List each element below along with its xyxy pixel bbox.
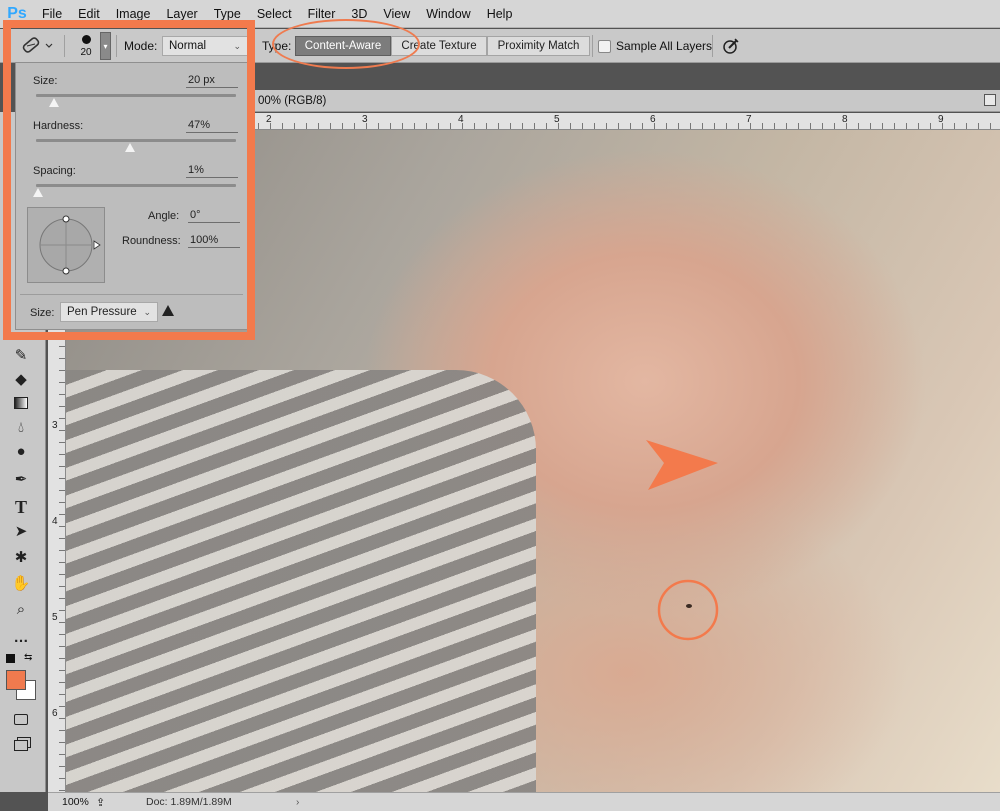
blur-tool-icon[interactable]: 💧︎ [10, 416, 32, 438]
ruler-top-label: 2 [266, 114, 272, 125]
path-selection-tool-icon[interactable]: ➤ [10, 520, 32, 542]
ruler-top-label: 9 [938, 114, 944, 125]
zoom-tool-icon[interactable]: ⌕ [10, 598, 32, 620]
swap-colors-icon[interactable]: ⇆ [24, 652, 32, 663]
ruler-top-label: 4 [458, 114, 464, 125]
status-menu-arrow-icon[interactable]: › [296, 797, 299, 808]
status-bar: 100% ⇪ Doc: 1.89M/1.89M › [48, 792, 1000, 811]
dodge-tool-icon[interactable]: ● [10, 440, 32, 462]
pressure-size-icon[interactable] [722, 29, 740, 63]
ruler-top-label: 7 [746, 114, 752, 125]
pen-tool-icon[interactable]: ✒ [10, 468, 32, 490]
zoom-level[interactable]: 100% [48, 796, 96, 808]
menu-select[interactable]: Select [249, 0, 300, 28]
healing-brush-tool-icon[interactable]: ✎ [10, 344, 32, 366]
share-icon[interactable]: ⇪ [96, 796, 116, 809]
more-tools-icon[interactable]: … [10, 626, 32, 648]
ruler-top-label: 5 [554, 114, 560, 125]
sample-all-layers-option[interactable]: Sample All Layers [598, 29, 712, 63]
screen-mode-icon[interactable] [10, 734, 32, 756]
sample-all-layers-checkbox[interactable] [598, 39, 611, 53]
ruler-top-label: 8 [842, 114, 848, 125]
custom-shape-tool-icon[interactable]: ✱ [10, 546, 32, 568]
ruler-top-label: 3 [362, 114, 368, 125]
eraser-tool-icon[interactable]: ◆ [10, 368, 32, 390]
ruler-left-label: 3 [52, 420, 58, 431]
restore-window-icon[interactable] [984, 94, 996, 106]
type-tool-icon[interactable]: T [10, 496, 32, 518]
ruler-left-label: 5 [52, 612, 58, 623]
arrow-annotation [646, 440, 718, 490]
document-tab[interactable]: 00% (RGB/8) [230, 90, 1000, 112]
content-aware-highlight [272, 19, 420, 69]
ruler-top-label: 6 [650, 114, 656, 125]
blemish-spot [686, 604, 692, 608]
hand-tool-icon[interactable]: ✋ [10, 572, 32, 594]
ruler-left-label: 4 [52, 516, 58, 527]
gradient-tool-icon[interactable] [10, 392, 32, 414]
document-size: Doc: 1.89M/1.89M [146, 796, 232, 808]
brush-panel-highlight [3, 20, 255, 340]
sample-all-layers-label: Sample All Layers [616, 39, 713, 53]
menu-window[interactable]: Window [418, 0, 478, 28]
proximity-match-button[interactable]: Proximity Match [487, 36, 590, 56]
foreground-color-swatch[interactable] [6, 670, 26, 690]
document-tab-title: 00% (RGB/8) [258, 94, 327, 107]
menu-help[interactable]: Help [479, 0, 521, 28]
circle-annotation [657, 579, 719, 641]
default-colors-icon[interactable] [6, 654, 15, 663]
quick-mask-icon[interactable] [10, 708, 32, 730]
ruler-left-label: 6 [52, 708, 58, 719]
